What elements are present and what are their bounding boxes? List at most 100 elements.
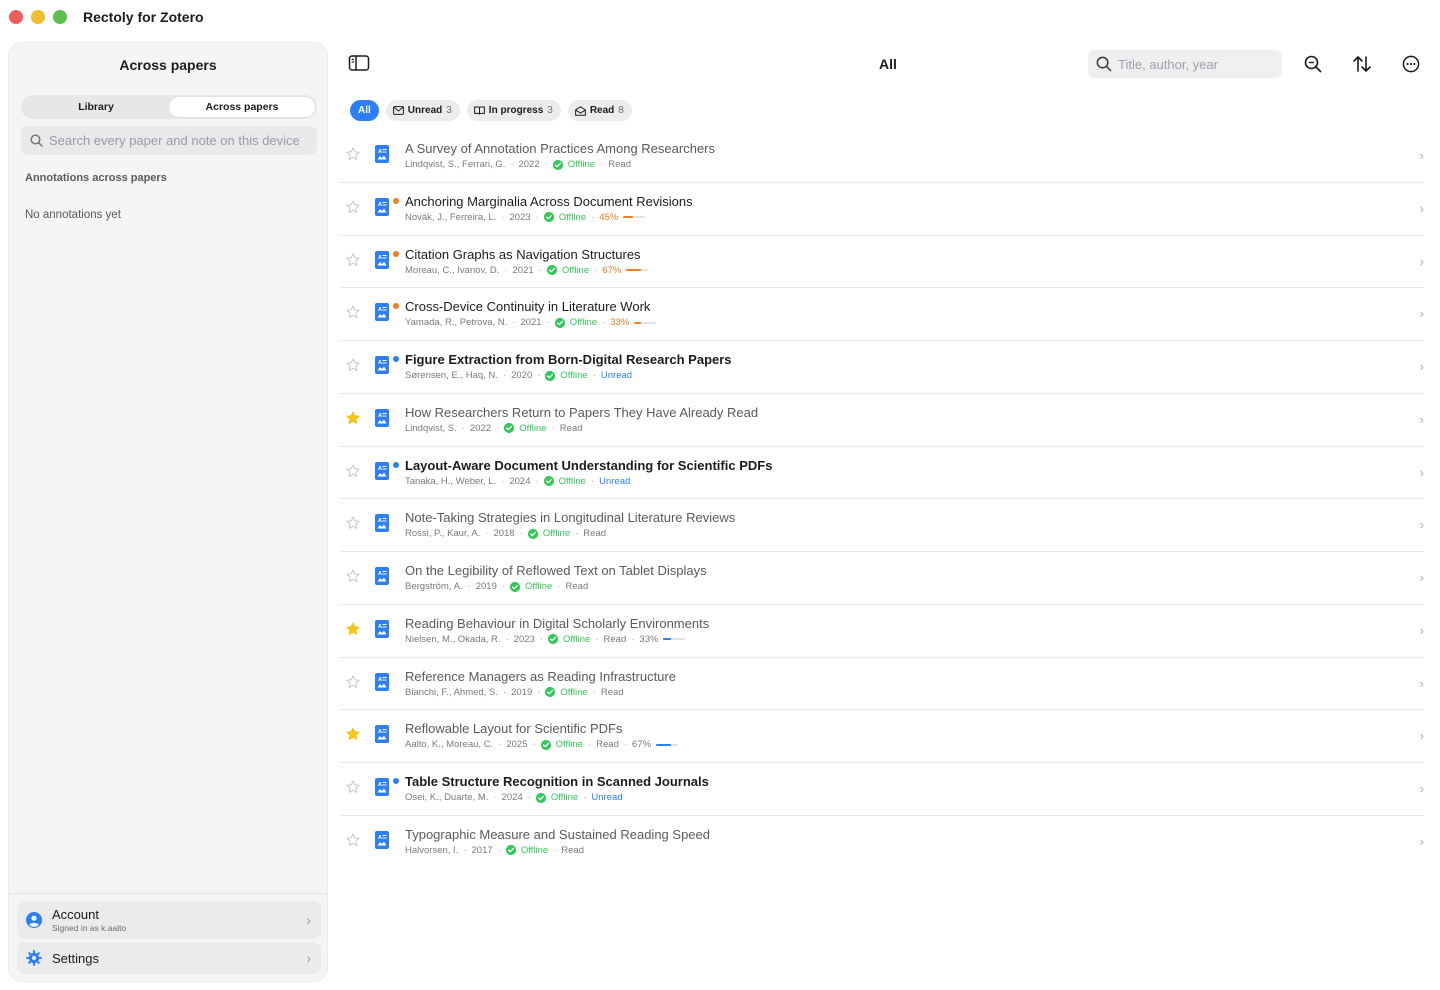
star-icon[interactable] <box>346 622 360 636</box>
star-icon[interactable] <box>346 833 360 847</box>
paper-row[interactable]: A Reflowable Layout for Scientific PDFs Aa… <box>340 710 1424 763</box>
more-options-button[interactable] <box>1399 52 1423 76</box>
paper-row[interactable]: A Citation Graphs as Navigation Structure… <box>340 236 1424 289</box>
paper-search-input[interactable] <box>1118 56 1268 72</box>
sort-button[interactable] <box>1350 52 1374 76</box>
star-icon[interactable] <box>346 727 360 741</box>
star-icon[interactable] <box>346 358 360 372</box>
star-icon[interactable] <box>346 674 360 689</box>
paper-row[interactable]: A How Researchers Return to Papers They H… <box>340 394 1424 447</box>
star-icon[interactable] <box>346 411 360 425</box>
paper-authors: Novák, J., Ferreira, L. <box>405 211 497 223</box>
sidebar-title: Across papers <box>119 57 217 73</box>
filter-read[interactable]: Read 8 <box>567 100 632 121</box>
filter-all[interactable]: All <box>350 100 379 121</box>
pdf-file-icon: A <box>375 197 389 216</box>
close-window-button[interactable] <box>9 10 23 24</box>
paper-year: 2021 <box>512 264 534 276</box>
toggle-sidebar-button[interactable] <box>348 54 374 76</box>
paper-row[interactable]: A Cross-Device Continuity in Literature W… <box>340 288 1424 341</box>
star-icon[interactable] <box>346 147 360 161</box>
offline-check-icon <box>545 687 556 697</box>
paper-row[interactable]: A Anchoring Marginalia Across Document Re… <box>340 183 1424 236</box>
chevron-right-icon: › <box>1419 833 1424 849</box>
meta-separator: · <box>463 844 467 856</box>
availability-status: Offline <box>525 581 553 592</box>
paper-year: 2021 <box>520 317 542 329</box>
paper-row[interactable]: A Table Structure Recognition in Scanned … <box>340 763 1424 816</box>
filter-unread[interactable]: Unread 3 <box>385 100 460 121</box>
segment-across-papers[interactable]: Across papers <box>169 97 315 117</box>
star-icon[interactable] <box>346 252 360 267</box>
filter-in-progress[interactable]: In progress 3 <box>466 100 561 121</box>
pdf-file-icon: A <box>375 830 389 849</box>
paper-title: Citation Graphs as Navigation Structures <box>405 246 641 262</box>
availability-status: Offline <box>560 370 588 381</box>
reading-progress: 67% <box>602 264 622 276</box>
in-progress-dot <box>393 197 399 204</box>
meta-separator: · <box>493 792 497 803</box>
star-icon[interactable] <box>346 200 360 214</box>
meta-separator: · <box>595 633 599 645</box>
offline-check-icon <box>527 528 538 539</box>
star-icon[interactable] <box>346 516 360 530</box>
paper-title: Cross-Device Continuity in Literature Wo… <box>405 299 651 315</box>
star-icon[interactable] <box>346 569 360 583</box>
paper-meta: Moreau, C., Ivanov, D. · 2021 · Offline · 67% <box>405 264 649 276</box>
meta-separator: · <box>505 633 509 645</box>
availability-status: Offline <box>519 422 547 434</box>
pdf-file-icon: A <box>375 356 389 374</box>
star-icon[interactable] <box>346 780 360 794</box>
zoom-window-button[interactable] <box>53 10 67 24</box>
svg-text:A: A <box>378 571 382 577</box>
account-signed-in-text: Signed in as k.aalto <box>52 923 127 933</box>
chevron-right-icon: › <box>1419 148 1424 163</box>
pdf-file-icon: A <box>375 250 389 269</box>
reading-progress: 45% <box>599 211 619 223</box>
account-label: Account <box>52 907 99 922</box>
progress-bar-fill <box>663 638 671 641</box>
filter-unread-count: 3 <box>446 105 452 116</box>
search-icon <box>1096 56 1112 72</box>
paper-row[interactable]: A Layout-Aware Document Understanding for… <box>340 447 1424 500</box>
offline-check-icon <box>545 370 556 381</box>
reading-progress: 67% <box>632 739 652 751</box>
account-row[interactable]: Account Signed in as k.aalto › <box>17 901 321 939</box>
segment-library[interactable]: Library <box>23 97 169 117</box>
paper-meta: Bianchi, F., Ahmed, S. · 2019 · Offline · Read <box>405 687 624 698</box>
minimize-window-button[interactable] <box>31 10 45 24</box>
settings-row[interactable]: Settings › <box>17 942 321 974</box>
full-text-search-button[interactable] <box>1301 52 1325 76</box>
star-icon[interactable] <box>346 305 360 319</box>
paper-meta: Yamada, R., Petrova, N. · 2021 · Offline · 33% <box>405 317 657 329</box>
star-icon[interactable] <box>346 463 360 478</box>
paper-row[interactable]: A A Survey of Annotation Practices Among … <box>340 130 1424 183</box>
paper-row[interactable]: A Typographic Measure and Sustained Readi… <box>340 816 1424 869</box>
pdf-file-icon: A <box>375 408 389 427</box>
paper-row[interactable]: A Note-Taking Strategies in Longitudinal … <box>340 499 1424 552</box>
paper-title: Table Structure Recognition in Scanned J… <box>405 774 709 789</box>
filter-in-progress-label: In progress <box>488 105 544 116</box>
paper-row[interactable]: A On the Legibility of Reflowed Text on T… <box>340 552 1424 605</box>
offline-check-icon <box>504 423 515 434</box>
annotation-search-input[interactable] <box>49 133 309 148</box>
paper-meta: Halvorsen, I. · 2017 · Offline · Read <box>405 845 584 856</box>
sort-icon <box>1353 56 1371 72</box>
paper-row[interactable]: A Figure Extraction from Born-Digital Res… <box>340 341 1424 394</box>
filter-in-progress-count: 3 <box>547 105 553 116</box>
paper-meta: Osei, K., Duarte, M. · 2024 · Offline · Unread <box>405 792 623 803</box>
paper-authors: Bianchi, F., Ahmed, S. <box>405 686 498 698</box>
main-toolbar: All <box>340 42 1440 88</box>
paper-authors: Halvorsen, I. <box>405 844 459 856</box>
paper-row[interactable]: A Reference Managers as Reading Infrastru… <box>340 658 1424 711</box>
chevron-right-icon: › <box>1419 253 1424 269</box>
svg-text:A: A <box>378 782 382 788</box>
paper-title: Typographic Measure and Sustained Readin… <box>405 826 710 842</box>
paper-meta: Tanaka, H., Weber, L. · 2024 · Offline · Unrea… <box>405 476 630 487</box>
paper-authors: Moreau, C., Ivanov, D. <box>405 264 500 276</box>
availability-status: Offline <box>561 264 590 276</box>
in-progress-dot <box>393 250 399 257</box>
empty-state-text: No annotations yet <box>25 209 121 221</box>
paper-row[interactable]: A Reading Behaviour in Digital Scholarly … <box>340 605 1424 658</box>
chevron-right-icon: › <box>1419 728 1424 744</box>
